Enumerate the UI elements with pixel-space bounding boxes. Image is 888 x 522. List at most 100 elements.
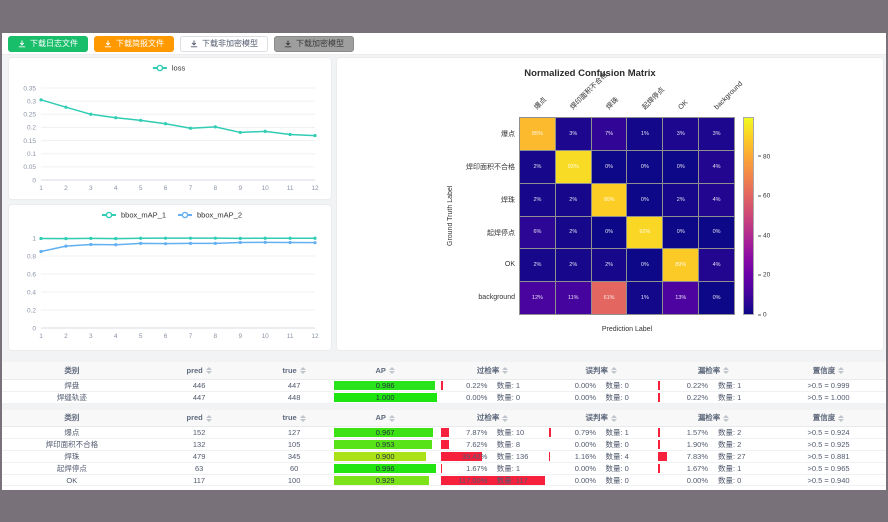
download-encrypted-model-label: 下载加密模型 [296,40,344,48]
matrix-cell: 2% [592,249,627,281]
ap-value: 0.967 [334,428,437,437]
ap-bar-wrap: 0.967 [334,428,437,437]
matrix-cell: 4% [699,249,734,281]
download-encrypted-model-button[interactable]: 下载加密模型 [274,36,354,52]
metric-percent: 0.22% [658,393,708,402]
matrix-cell: 6% [520,217,555,249]
metric-cell: 1.90%数量: 2 [658,440,769,450]
download-icon [104,40,112,48]
metrics-table-defects: 类别predtrueAP过检率误判率漏检率置信度爆点1521270.9677.8… [2,410,886,487]
matrix-cell: 0% [592,151,627,183]
y-tick-label: 0.05 [23,164,36,171]
legend-item[interactable]: loss [153,64,186,73]
sort-caret-icon[interactable] [206,415,212,422]
column-header[interactable]: 过检率 [439,362,547,379]
column-header[interactable]: 过检率 [439,410,547,427]
matrix-cell: 4% [699,184,734,216]
true-cell: 105 [257,439,332,451]
sort-caret-icon[interactable] [611,367,617,374]
column-header[interactable]: 漏检率 [656,362,771,379]
confidence-cell: >0.5 = 0.940 [771,475,886,486]
sort-caret-icon[interactable] [389,367,395,374]
column-header[interactable]: 误判率 [547,362,657,379]
column-header[interactable]: 置信度 [771,410,886,427]
metric-count: 数量: 1 [718,463,741,474]
pred-cell: 479 [142,451,257,463]
sort-caret-icon[interactable] [502,367,508,374]
column-header[interactable]: pred [142,410,257,427]
confidence-cell: >0.5 = 1.000 [771,391,886,403]
metric-percent: 7.62% [441,440,488,449]
sort-caret-icon[interactable] [300,415,306,422]
download-icon [190,40,198,48]
column-header[interactable]: pred [142,362,257,379]
metric-percent: 1.90% [658,440,708,449]
metric-percent: 0.00% [549,440,597,449]
y-tick-label: 0.15 [23,138,36,145]
metric-percent: 0.22% [441,381,488,390]
matrix-cell: 3% [663,118,698,150]
colorbar-tick-label: 60 [758,193,770,200]
sort-caret-icon[interactable] [838,367,844,374]
ap-value: 0.929 [334,476,437,485]
column-header[interactable]: AP [332,410,439,427]
metric-percent: 39.42% [441,452,488,461]
metric-percent: 0.00% [549,464,597,473]
table-row: 焊盘4464470.9860.22%数量: 10.00%数量: 00.22%数量… [2,379,886,391]
sort-caret-icon[interactable] [389,415,395,422]
sort-caret-icon[interactable] [300,367,306,374]
metric-cell: 7.83%数量: 27 [658,452,769,462]
true-cell: 448 [257,391,332,403]
matrix-cell: 0% [627,184,662,216]
x-tick-label: 5 [139,185,143,192]
download-report-label: 下载简报文件 [116,40,164,48]
metric-percent: 0.00% [549,393,597,402]
metric-percent: 0.79% [549,428,597,437]
metric-percent: 0.00% [441,393,488,402]
download-log-button[interactable]: 下载日志文件 [8,36,88,52]
ap-value: 1.000 [334,393,437,402]
sort-caret-icon[interactable] [723,367,729,374]
x-tick-label: 7 [189,333,193,340]
matrix-cell: 0% [663,217,698,249]
column-header[interactable]: true [257,410,332,427]
metric-cell: 1.67%数量: 1 [658,464,769,474]
ap-bar-wrap: 0.996 [334,464,437,473]
miss-cell: 1.57%数量: 2 [656,427,771,439]
sort-caret-icon[interactable] [611,415,617,422]
sort-caret-icon[interactable] [206,367,212,374]
class-name-cell: OK [2,475,142,486]
sort-caret-icon[interactable] [838,415,844,422]
y-tick-label: 0.4 [27,289,36,296]
prediction-axis-label: Prediction Label [519,326,735,333]
column-header: 类别 [2,410,142,427]
download-report-button[interactable]: 下载简报文件 [94,36,174,52]
legend-item[interactable]: bbox_mAP_2 [178,211,242,220]
matrix-cell: 89% [663,249,698,281]
y-tick-label: 0.6 [27,271,36,278]
class-name-cell: 焊印面积不合格 [2,439,142,451]
table-row: 爆点1521270.9677.87%数量: 100.79%数量: 11.57%数… [2,427,886,439]
column-header[interactable]: true [257,362,332,379]
sort-caret-icon[interactable] [723,415,729,422]
x-tick-label: 12 [311,185,319,192]
sort-caret-icon[interactable] [502,415,508,422]
legend-item[interactable]: bbox_mAP_1 [102,211,166,220]
true-cell: 100 [257,475,332,486]
bbox-map-chart: 00.20.40.60.81123456789101112bbox_mAP_1b… [9,205,333,352]
ground-truth-axis-label: Ground Truth Label [447,117,454,315]
matrix-cell: 2% [520,151,555,183]
x-tick-label: 4 [114,185,118,192]
column-header[interactable]: AP [332,362,439,379]
matrix-col-label: 起焊停点 [641,86,667,112]
download-unencrypted-model-button[interactable]: 下载非加密模型 [180,36,268,52]
ap-cell: 0.986 [332,379,439,391]
x-tick-label: 1 [39,185,43,192]
column-header[interactable]: 漏检率 [656,410,771,427]
column-header[interactable]: 误判率 [547,410,657,427]
column-header[interactable]: 置信度 [771,362,886,379]
ap-bar-wrap: 1.000 [334,393,437,402]
table-row: 焊缝轨迹4474481.0000.00%数量: 00.00%数量: 00.22%… [2,391,886,403]
metric-cell: 7.87%数量: 10 [441,428,545,438]
class-name-cell: 焊缝轨迹 [2,391,142,403]
